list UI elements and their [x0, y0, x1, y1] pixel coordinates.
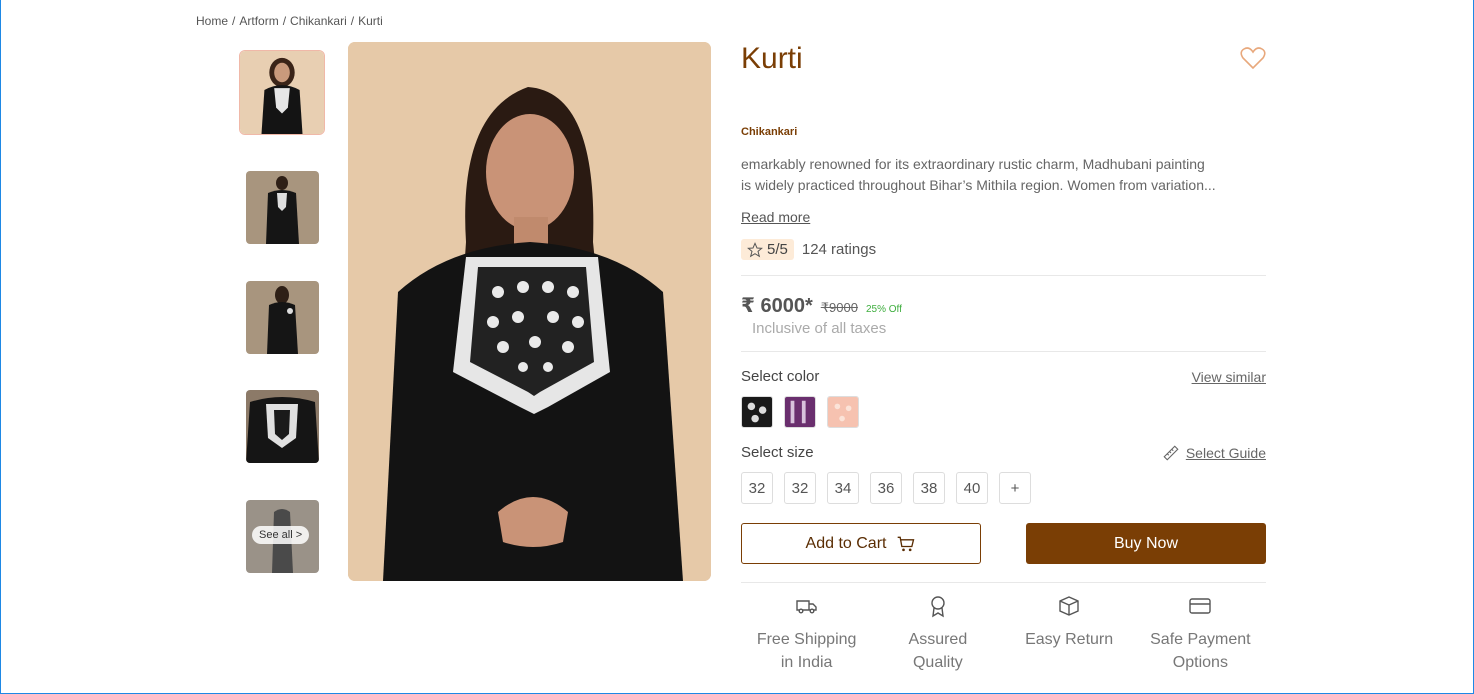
thumbnail-back[interactable] [246, 281, 319, 354]
size-option[interactable]: 36 [870, 472, 902, 504]
feature-label: Assured Quality [908, 631, 968, 671]
wishlist-heart-icon[interactable] [1240, 46, 1266, 70]
award-icon [931, 596, 945, 618]
product-description: emarkably renowned for its extraordinary… [741, 154, 1263, 196]
tax-note: Inclusive of all taxes [752, 320, 887, 337]
artform-label: Chikankari [741, 126, 798, 138]
select-color-label: Select color [741, 368, 820, 385]
rating-row: 5/5 124 ratings [741, 239, 876, 260]
thumbnail-detail[interactable] [246, 390, 319, 463]
description-line-2: is widely practiced throughout Bihar’s M… [741, 177, 1216, 193]
breadcrumb-home[interactable]: Home [196, 14, 228, 28]
rating-badge: 5/5 [741, 239, 794, 260]
breadcrumb-artform[interactable]: Artform [239, 14, 278, 28]
feature-label: Safe Payment Options [1150, 631, 1251, 671]
feature-label: Free Shipping in India [756, 631, 857, 671]
feature-list: Free Shipping in India Assured Quality Eas… [741, 594, 1266, 674]
size-option[interactable]: 32 [784, 472, 816, 504]
size-option[interactable]: 40 [956, 472, 988, 504]
add-to-cart-button[interactable]: Add to Cart [741, 523, 981, 564]
divider [741, 275, 1266, 276]
main-product-image[interactable] [348, 42, 711, 581]
breadcrumb: Home / Artform / Chikankari / Kurti [196, 14, 383, 28]
color-swatch-black[interactable] [741, 396, 773, 428]
breadcrumb-chikankari[interactable]: Chikankari [290, 14, 347, 28]
description-line-1: emarkably renowned for its extraordinary… [741, 156, 1205, 172]
ruler-icon [1163, 445, 1179, 461]
view-similar-link[interactable]: View similar [1192, 369, 1266, 385]
buy-now-button[interactable]: Buy Now [1026, 523, 1266, 564]
truck-icon [795, 600, 817, 614]
box-icon [1059, 596, 1079, 616]
size-option[interactable]: 38 [913, 472, 945, 504]
breadcrumb-current: Kurti [358, 14, 383, 28]
size-option[interactable]: 34 [827, 472, 859, 504]
size-options: 32 32 34 36 38 40 + [741, 472, 1031, 504]
select-size-label: Select size [741, 444, 814, 461]
color-swatch-purple[interactable] [784, 396, 816, 428]
feature-safe-payment: Safe Payment Options [1135, 594, 1266, 674]
thumbnail-full[interactable] [246, 171, 319, 244]
feature-easy-return: Easy Return [1004, 594, 1135, 674]
rating-value: 5/5 [767, 241, 788, 258]
size-more-button[interactable]: + [999, 472, 1031, 504]
feature-assured-quality: Assured Quality [872, 594, 1003, 674]
divider [741, 582, 1266, 583]
card-icon [1189, 598, 1212, 614]
read-more-link[interactable]: Read more [741, 209, 810, 225]
feature-label: Easy Return [1025, 631, 1114, 648]
see-all-button[interactable]: See all > [252, 526, 310, 544]
color-swatch-peach[interactable] [827, 396, 859, 428]
discount-badge: 25% Off [865, 304, 902, 315]
size-option[interactable]: 32 [741, 472, 773, 504]
star-icon [747, 241, 763, 257]
divider [741, 351, 1266, 352]
mrp: ₹9000 [820, 300, 858, 315]
product-title: Kurti [741, 42, 803, 75]
cart-icon [898, 536, 915, 551]
price: ₹ 6000* [741, 295, 813, 317]
size-guide-link[interactable]: Select Guide [1162, 444, 1266, 462]
rating-count: 124 ratings [801, 241, 877, 258]
price-row: ₹ 6000* ₹9000 25% Off [741, 293, 902, 318]
color-swatches [741, 396, 859, 428]
thumbnail-see-all[interactable]: See all > [246, 500, 319, 573]
feature-free-shipping: Free Shipping in India [741, 594, 872, 674]
thumbnail-front[interactable] [239, 50, 325, 135]
